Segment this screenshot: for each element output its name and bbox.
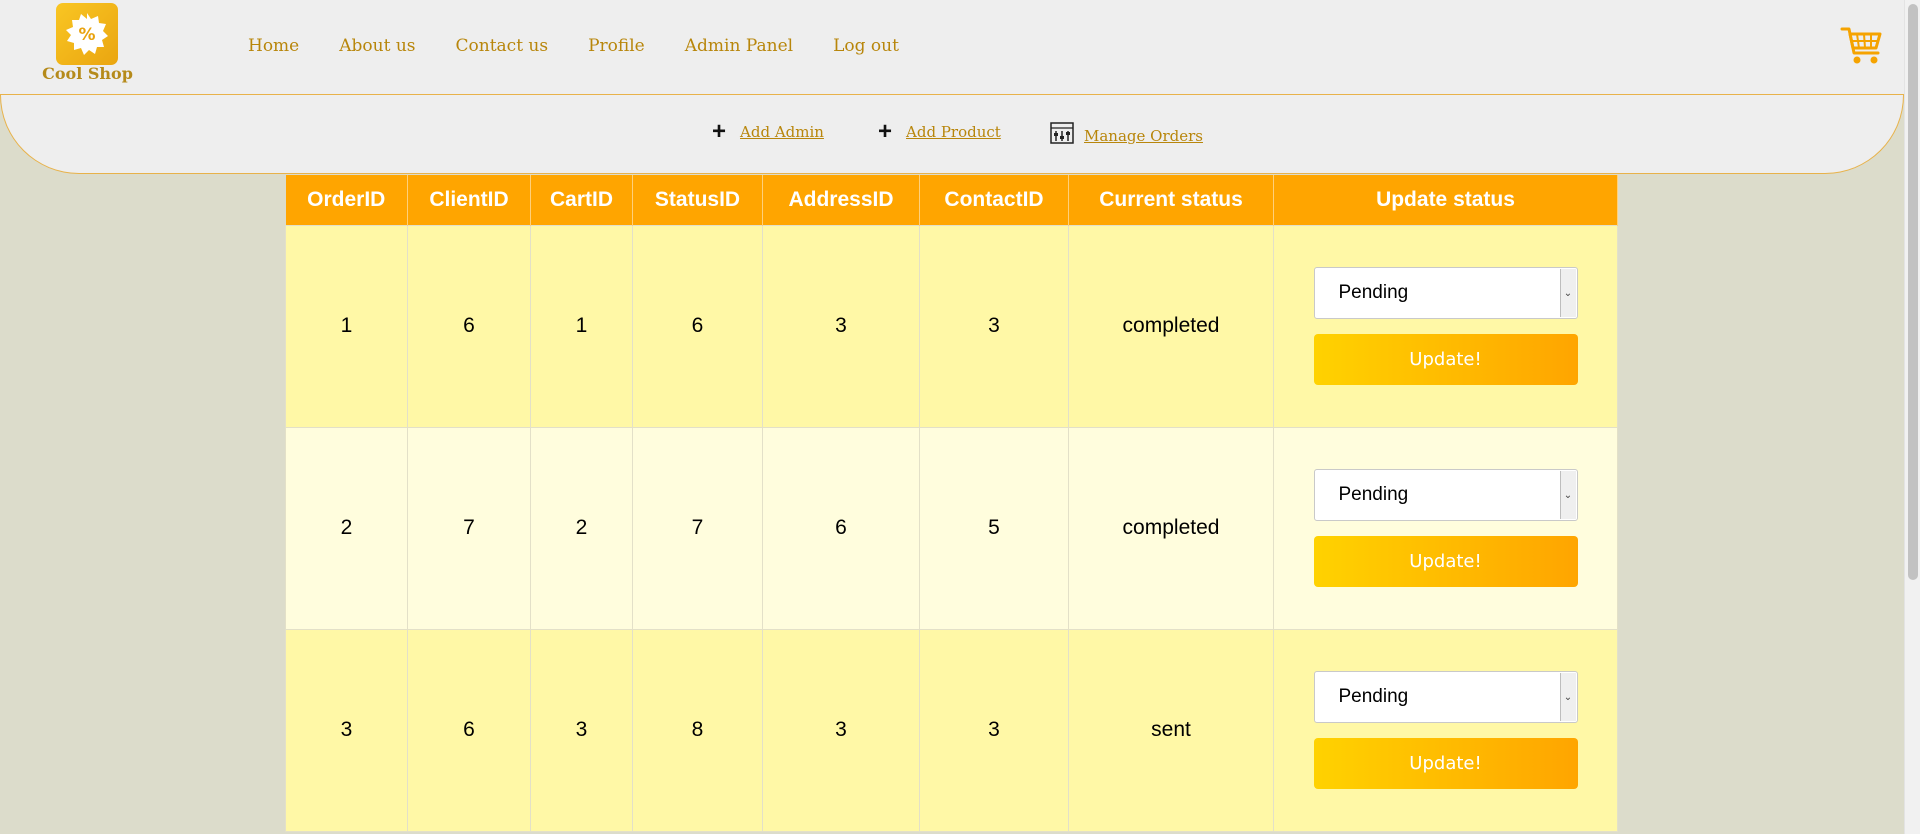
client-id-cell: 6	[407, 628, 531, 832]
update-button[interactable]: Update!	[1313, 334, 1578, 385]
status-select[interactable]: Pending ⌄	[1313, 469, 1578, 521]
status-id-cell: 6	[632, 224, 763, 428]
table-header-row: OrderID ClientID CartID StatusID Address…	[285, 175, 1618, 225]
update-status-cell: Pending ⌄ Update!	[1273, 628, 1618, 832]
table-row: 3 6 3 8 3 3 sent Pending ⌄ Update!	[285, 628, 1618, 832]
current-status-cell: completed	[1068, 224, 1274, 428]
address-id-cell: 6	[762, 426, 920, 630]
current-status-cell: completed	[1068, 426, 1274, 630]
status-select[interactable]: Pending ⌄	[1313, 671, 1578, 723]
address-id-cell: 3	[762, 224, 920, 428]
status-select[interactable]: Pending ⌄	[1313, 267, 1578, 319]
cart-id-cell: 1	[530, 224, 633, 428]
address-id-cell: 3	[762, 628, 920, 832]
cart-id-cell: 3	[530, 628, 633, 832]
client-id-cell: 6	[407, 224, 531, 428]
nav-about-link[interactable]: About us	[339, 36, 415, 56]
manage-orders-icon	[1050, 122, 1074, 149]
status-id-cell: 7	[632, 426, 763, 630]
table-row: 1 6 1 6 3 3 completed Pending ⌄ Update!	[285, 224, 1618, 428]
manage-orders-link[interactable]: Manage Orders	[1084, 127, 1203, 145]
shop-name: Cool Shop	[42, 64, 133, 83]
col-header-orderid: OrderID	[285, 175, 408, 225]
chevron-down-icon[interactable]: ⌄	[1559, 471, 1576, 519]
col-header-contactid: ContactID	[919, 175, 1069, 225]
orders-table: OrderID ClientID CartID StatusID Address…	[285, 175, 1618, 832]
nav-contact-link[interactable]: Contact us	[456, 36, 549, 56]
add-admin-link[interactable]: Add Admin	[740, 123, 824, 141]
col-header-current-status: Current status	[1068, 175, 1274, 225]
chevron-down-icon[interactable]: ⌄	[1559, 269, 1576, 317]
contact-id-cell: 5	[919, 426, 1069, 630]
svg-text:%: %	[78, 25, 95, 45]
nav-home-link[interactable]: Home	[248, 36, 299, 56]
scrollbar-thumb[interactable]	[1908, 4, 1918, 580]
chevron-down-icon[interactable]: ⌄	[1559, 673, 1576, 721]
table-row: 2 7 2 7 6 5 completed Pending ⌄ Update!	[285, 426, 1618, 630]
col-header-update-status: Update status	[1273, 175, 1618, 225]
status-select-value: Pending	[1338, 282, 1409, 303]
nav-admin-panel-link[interactable]: Admin Panel	[685, 36, 793, 56]
cart-icon[interactable]	[1840, 25, 1884, 67]
nav-logout-link[interactable]: Log out	[833, 36, 899, 56]
contact-id-cell: 3	[919, 628, 1069, 832]
orders-table-container: OrderID ClientID CartID StatusID Address…	[285, 175, 1618, 832]
plus-icon: +	[712, 118, 727, 145]
plus-icon: +	[878, 118, 893, 145]
col-header-clientid: ClientID	[407, 175, 531, 225]
add-admin-item[interactable]: + Add Admin	[712, 118, 824, 145]
status-select-value: Pending	[1338, 686, 1409, 707]
order-id-cell: 3	[285, 628, 408, 832]
top-navbar: % Cool Shop Home About us Contact us Pro…	[0, 0, 1904, 95]
col-header-addressid: AddressID	[762, 175, 920, 225]
client-id-cell: 7	[407, 426, 531, 630]
status-id-cell: 8	[632, 628, 763, 832]
page-scrollbar[interactable]	[1904, 0, 1920, 834]
nav-profile-link[interactable]: Profile	[588, 36, 645, 56]
cart-id-cell: 2	[530, 426, 633, 630]
shop-logo-icon[interactable]: %	[56, 3, 118, 65]
col-header-statusid: StatusID	[632, 175, 763, 225]
admin-subnav: + Add Admin + Add Product Manage Orders	[0, 95, 1904, 174]
order-id-cell: 1	[285, 224, 408, 428]
add-product-item[interactable]: + Add Product	[878, 118, 1001, 145]
contact-id-cell: 3	[919, 224, 1069, 428]
add-product-link[interactable]: Add Product	[906, 123, 1001, 141]
update-status-cell: Pending ⌄ Update!	[1273, 426, 1618, 630]
col-header-cartid: CartID	[530, 175, 633, 225]
main-nav: Home About us Contact us Profile Admin P…	[248, 36, 939, 56]
update-button[interactable]: Update!	[1313, 738, 1578, 789]
status-select-value: Pending	[1338, 484, 1409, 505]
order-id-cell: 2	[285, 426, 408, 630]
update-button[interactable]: Update!	[1313, 536, 1578, 587]
current-status-cell: sent	[1068, 628, 1274, 832]
update-status-cell: Pending ⌄ Update!	[1273, 224, 1618, 428]
manage-orders-item[interactable]: Manage Orders	[1050, 122, 1203, 149]
